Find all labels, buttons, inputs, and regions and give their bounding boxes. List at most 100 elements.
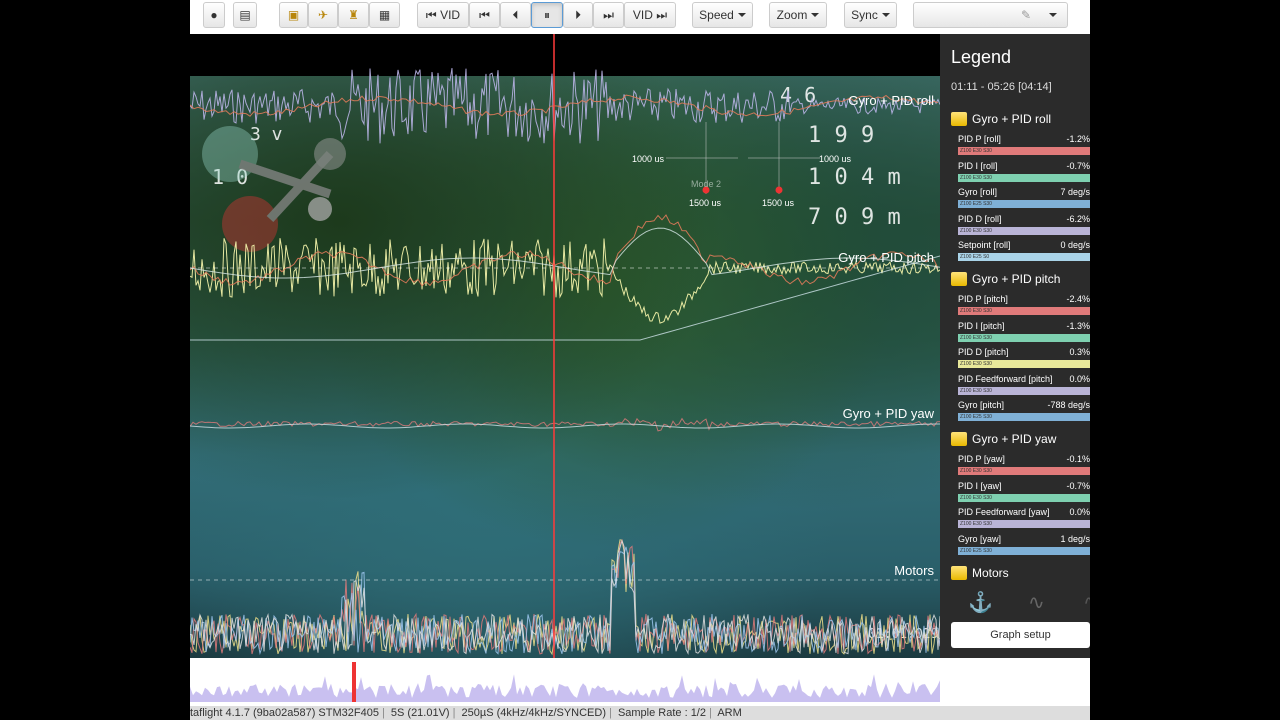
skip-end-icon: ⏭ — [656, 7, 668, 22]
legend-row-value: -1.2% — [1066, 134, 1090, 144]
vid-prev-label: VID — [440, 8, 461, 22]
video-export-button[interactable]: ▣ — [279, 2, 308, 28]
status-armed: ARM — [717, 707, 742, 719]
legend-row-value: -1.3% — [1066, 320, 1090, 331]
legend-group-0[interactable]: Gyro + PID roll — [951, 112, 1051, 126]
legend-group-3[interactable]: Motors — [951, 566, 1009, 580]
legend-row-color-bar: Z100 E30 S30 — [958, 493, 1090, 502]
status-looptime: 250µS (4kHz/4kHz/SYNCED) — [461, 707, 607, 719]
legend-row-name: PID P [yaw] — [958, 454, 1005, 464]
fast-backward-icon: ⏮ — [479, 7, 490, 22]
extra-toggle-icon[interactable]: ∿ — [1083, 590, 1090, 615]
craft-view-button[interactable]: ✈ — [308, 2, 338, 28]
axis-label-motors: Motors — [894, 563, 934, 578]
legend-row-color-bar: Z100 E30 S30 — [958, 360, 1090, 368]
stick-left-bottom-label: 1500 us — [689, 198, 722, 208]
speed-label: Speed — [699, 8, 734, 22]
legend-row-color-bar: Z100 E30 S30 — [958, 307, 1090, 315]
legend-row-value: -6.2% — [1066, 213, 1090, 224]
stick-right-top-label: 1000 us — [819, 154, 852, 164]
legend-row-color-bar: Z100 E30 S30 — [958, 173, 1090, 182]
legend-row-value: 0.3% — [1069, 347, 1090, 357]
legend-group-2[interactable]: Gyro + PID yaw — [951, 432, 1056, 446]
jump-end-button[interactable]: ⏭ — [593, 2, 624, 28]
film-icon: ▣ — [287, 8, 300, 22]
legend-row-value: 7 deg/s — [1060, 187, 1090, 197]
legend-row-name: PID I [roll] — [958, 160, 998, 171]
status-sample-rate: Sample Rate : 1/2 — [617, 707, 706, 719]
status-firmware: taflight 4.1.7 (9ba02a587) STM32F405 — [190, 707, 379, 719]
legend-row-value: 0 deg/s — [1060, 240, 1090, 250]
pencil-icon: ✎ — [1020, 8, 1031, 22]
spectrum-toggle-icon[interactable]: ∿ — [1028, 590, 1045, 615]
legend-row-value: -788 deg/s — [1047, 400, 1090, 410]
legend-row-color-bar: Z100 E30 S30 — [958, 147, 1090, 155]
sticks-view-button[interactable]: ♜ — [338, 2, 369, 28]
axis-label-pitch: Gyro + PID pitch — [838, 250, 934, 265]
legend-row-color-bar: Z100 E30 S30 — [958, 386, 1090, 395]
zoom-dropdown[interactable]: Zoom — [769, 2, 827, 28]
legend-row-color-bar: Z100 E25 S30 — [958, 200, 1090, 208]
legend-row-name: Gyro [pitch] — [958, 400, 1005, 410]
legend-row-name: PID P [roll] — [958, 134, 1001, 144]
info-button[interactable]: ● — [203, 2, 225, 28]
chevron-down-icon — [1049, 13, 1057, 17]
spectrum-icon: ▦ — [378, 8, 391, 22]
step-forward-icon: ⏵ — [574, 7, 581, 22]
legend-row-name: PID I [yaw] — [958, 480, 1002, 491]
legend-group-title: Gyro + PID roll — [972, 112, 1052, 126]
jump-start-button[interactable]: ⏮ — [469, 2, 500, 28]
legend-row-name: PID P [pitch] — [958, 294, 1008, 304]
legend-row-value: 0.0% — [1069, 507, 1090, 517]
timeline-cursor[interactable] — [352, 662, 356, 702]
step-back-button[interactable]: ⏴ — [500, 2, 531, 28]
legend-row-color-bar: Z100 E25 S30 — [958, 413, 1090, 421]
graph-setup-button[interactable]: Graph setup — [951, 622, 1090, 648]
legend-row-name: PID I [pitch] — [958, 320, 1005, 331]
fast-forward-icon: ⏭ — [603, 7, 614, 22]
legend-row-color-bar: Z100 E30 S30 — [958, 467, 1090, 475]
next-video-button[interactable]: VID ⏭ — [624, 2, 676, 28]
legend-title: Legend — [951, 47, 1012, 67]
speed-dropdown[interactable]: Speed — [692, 2, 753, 28]
axis-label-roll: Gyro + PID roll — [848, 93, 934, 108]
step-forward-button[interactable]: ⏵ — [563, 2, 593, 28]
log-graph[interactable]: 4 6 1 9 9 1 0 4 m 7 0 9 m 1 0 3 v 01:01.… — [190, 34, 940, 658]
legend-row-value: -2.4% — [1066, 294, 1090, 304]
legend-row-value: 1 deg/s — [1060, 533, 1090, 544]
log-list-button[interactable]: ▤ — [233, 2, 257, 28]
axis-label-yaw: Gyro + PID yaw — [843, 406, 935, 421]
legend-group-1[interactable]: Gyro + PID pitch — [951, 272, 1060, 286]
toolbar: ● ▤ ▣ ✈ ♜ ▦ ⏮ VID ⏮ ⏴ ⏸ ⏵ ⏭ VID ⏭ Speed … — [190, 0, 1090, 34]
legend-row-color-bar: Z100 E30 S30 — [958, 333, 1090, 342]
analyser-toggle-icon[interactable]: ⚓ — [968, 590, 993, 615]
legend-row-name: PID Feedforward [yaw] — [958, 507, 1050, 517]
legend-row-color-bar: Z100 E25 S30 — [958, 546, 1090, 555]
legend-row-name: PID Feedforward [pitch] — [958, 373, 1053, 384]
log-timeline[interactable] — [190, 662, 940, 702]
workspace-selector[interactable]: ✎ — [913, 2, 1068, 28]
blackbox-explorer: ● ▤ ▣ ✈ ♜ ▦ ⏮ VID ⏮ ⏴ ⏸ ⏵ ⏭ VID ⏭ Speed … — [190, 0, 1090, 720]
analyser-button[interactable]: ▦ — [369, 2, 400, 28]
osd-value-3: 1 0 4 m — [808, 165, 901, 190]
list-icon: ▤ — [239, 8, 251, 22]
chevron-down-icon — [811, 13, 820, 17]
trace-yaw-pid — [190, 417, 940, 432]
trace-roll-pid — [190, 94, 939, 117]
legend-row-value: -0.1% — [1066, 454, 1090, 464]
info-icon: ● — [210, 8, 218, 22]
sync-dropdown[interactable]: Sync — [844, 2, 897, 28]
folder-icon — [951, 566, 967, 580]
plane-icon: ✈ — [317, 8, 329, 22]
timeline-overview — [190, 662, 940, 702]
legend-row-color-bar: Z100 E30 S30 — [958, 520, 1090, 528]
legend-group-title: Gyro + PID pitch — [972, 272, 1061, 286]
previous-video-button[interactable]: ⏮ VID — [417, 2, 469, 28]
sync-label: Sync — [851, 8, 878, 22]
stick-right-bottom-label: 1500 us — [762, 198, 795, 208]
status-bar: taflight 4.1.7 (9ba02a587) STM32F405 | 5S… — [190, 706, 1090, 720]
play-pause-button[interactable]: ⏸ — [531, 2, 563, 28]
folder-icon — [951, 432, 967, 446]
legend-row-value: -0.7% — [1066, 160, 1090, 171]
graph-setup-label: Graph setup — [990, 629, 1051, 641]
